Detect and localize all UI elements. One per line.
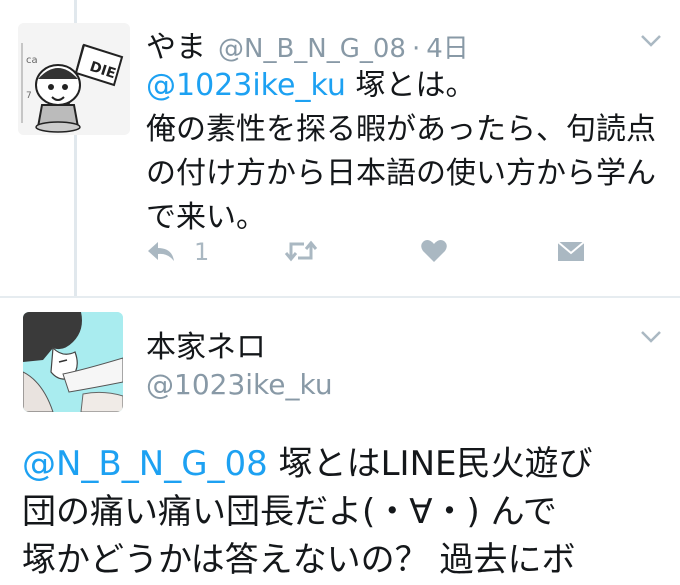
like-button[interactable] (420, 238, 448, 264)
avatar-illustration: ca 7 DIE (18, 23, 130, 135)
divider (0, 296, 680, 298)
dm-button[interactable] (556, 238, 586, 264)
tweet-text-line: 俺の素性を探る暇があったら、句読点 (146, 112, 656, 147)
tweet-actions: 1 (146, 238, 616, 278)
mention-link[interactable]: @N_B_N_G_08 (22, 444, 268, 484)
mention-link[interactable]: @1023ike_ku (146, 68, 346, 103)
avatar-illustration (23, 312, 123, 412)
reply-button[interactable]: 1 (146, 238, 209, 266)
chevron-down-icon[interactable] (640, 34, 662, 48)
tweet-text-line: 団の痛い痛い団長だよ(・∀・) んで (22, 492, 557, 532)
tweet-text: @N_B_N_G_08 塚とはLINE民火遊び 団の痛い痛い団長だよ(・∀・) … (22, 440, 672, 584)
chevron-down-icon[interactable] (640, 330, 662, 344)
reply-count: 1 (194, 238, 210, 266)
retweet-button[interactable] (284, 238, 318, 264)
display-name[interactable]: やま (146, 22, 206, 66)
avatar[interactable] (23, 312, 123, 412)
user-handle[interactable]: @1023ike_ku (146, 368, 333, 401)
tweet-text: @1023ike_ku 塚とは。 俺の素性を探る暇があったら、句読点 の付け方か… (146, 64, 666, 240)
retweet-icon (284, 240, 318, 262)
tweet-text-line: 塚かどうかは答えないの？ 過去にボ (22, 540, 576, 580)
tweet-header: やま @N_B_N_G_08 · 4日 (146, 22, 469, 66)
reply-icon (148, 242, 174, 261)
heart-icon (421, 240, 447, 262)
tweet-text-line: 塚とは。 (345, 68, 476, 103)
timestamp[interactable]: 4日 (426, 28, 469, 65)
separator: · (411, 34, 421, 64)
tweet-text-line: で来い。 (146, 200, 266, 235)
display-name[interactable]: 本家ネロ (146, 322, 266, 366)
avatar[interactable]: ca 7 DIE (18, 23, 130, 135)
envelope-icon (557, 241, 585, 261)
user-handle[interactable]: @N_B_N_G_08 (218, 34, 406, 64)
tweet-text-line: 塚とはLINE民火遊び (267, 444, 593, 484)
tweet-text-line: の付け方から日本語の使い方から学ん (146, 156, 656, 191)
svg-text:7: 7 (26, 91, 32, 101)
svg-text:ca: ca (26, 55, 38, 66)
